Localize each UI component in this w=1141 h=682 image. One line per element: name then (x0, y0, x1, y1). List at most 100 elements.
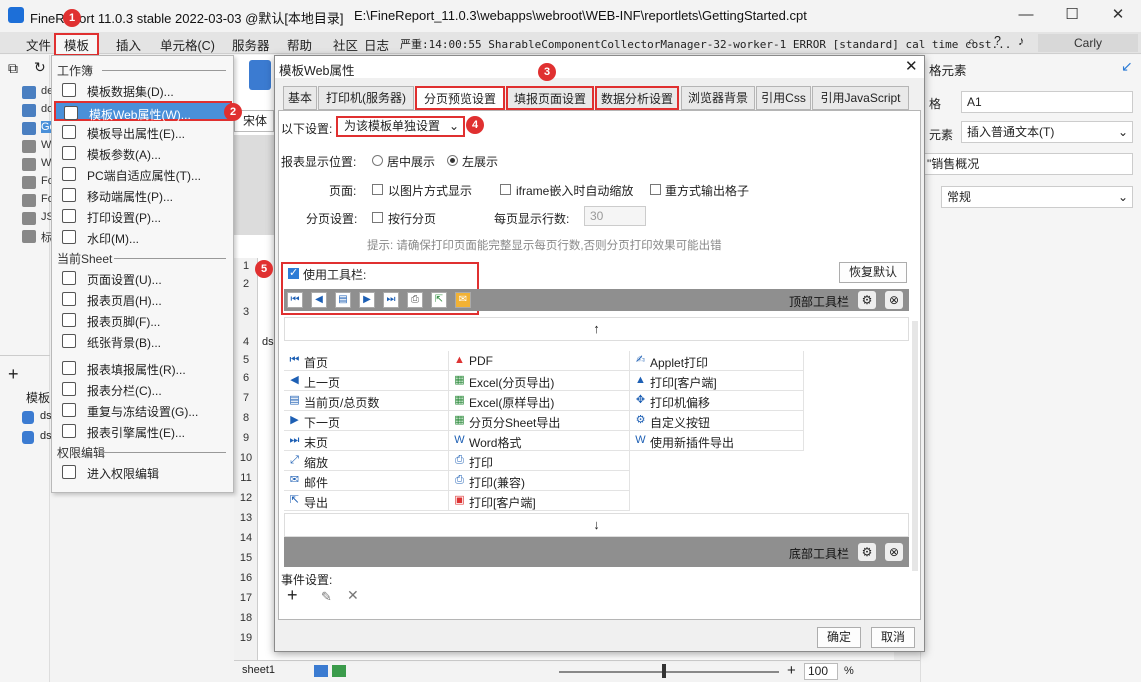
menu-item[interactable]: 报表引擎属性(E)... (54, 421, 232, 441)
style-select[interactable]: 常规 ⌄ (941, 186, 1133, 208)
mail-icon[interactable]: ✉ (455, 292, 471, 308)
menu-item[interactable]: 重复与冻结设置(G)... (54, 400, 232, 420)
element-select[interactable]: 插入普通文本(T) ⌄ (961, 121, 1133, 143)
toolbar-button-option[interactable]: ▲ 打印[客户端] (630, 371, 804, 391)
save-icon[interactable] (249, 60, 271, 90)
toolbar-button-option[interactable]: ⇱ 导出 (284, 491, 449, 511)
toolbar-button-option[interactable]: W Word格式 (449, 431, 630, 451)
menu-item[interactable]: 报表页眉(H)... (54, 289, 232, 309)
toolbar-button-option[interactable]: ⏭ 末页 (284, 431, 449, 451)
toolbar-button-option[interactable]: ▦ Excel(原样导出) (449, 391, 630, 411)
toolbar-button-option[interactable]: ⏮ 首页 (284, 351, 449, 371)
prev-page-icon[interactable]: ◀ (311, 292, 327, 308)
sheet-tab[interactable]: sheet1 (242, 664, 275, 676)
menu-item[interactable]: 移动端属性(P)... (54, 185, 232, 205)
gear-icon[interactable]: ⚙ (858, 543, 876, 561)
tab-5[interactable]: 浏览器背景 (681, 86, 755, 110)
toolbar-button-option[interactable]: W 使用新插件导出 (630, 431, 804, 451)
menu-item[interactable]: 模板Web属性(W)... (54, 101, 232, 122)
cell-input[interactable]: A1 (961, 91, 1133, 113)
close-button[interactable]: ✕ (1095, 0, 1141, 32)
scrollbar[interactable] (912, 321, 918, 571)
repeat-output-checkbox[interactable] (650, 184, 661, 195)
toolbar-button-option[interactable]: ▶ 下一页 (284, 411, 449, 431)
menu-item[interactable]: 纸张背景(B)... (54, 331, 232, 351)
next-page-icon[interactable]: ▶ (359, 292, 375, 308)
gear-icon[interactable]: ⚙ (858, 291, 876, 309)
menu-item[interactable]: 进入权限编辑 (54, 462, 232, 482)
menu-server[interactable]: 服务器 (232, 35, 270, 54)
settings-select[interactable]: 为该模板单独设置 ⌄ (336, 116, 465, 137)
add-sheet-icon[interactable] (332, 665, 346, 677)
menu-template[interactable]: 模板 (54, 33, 100, 56)
zoom-slider-handle[interactable] (662, 664, 666, 678)
minimize-button[interactable]: — (1003, 0, 1049, 32)
tab-6[interactable]: 引用Css (756, 86, 811, 110)
bell-icon[interactable]: ♪ (1018, 34, 1024, 48)
first-page-icon[interactable]: ⏮ (287, 292, 303, 308)
radio-center[interactable] (372, 155, 383, 166)
toolbar-button-option[interactable]: ✉ 邮件 (284, 471, 449, 491)
tab-7[interactable]: 引用JavaScript (812, 86, 909, 110)
rows-per-page-input[interactable]: 30 (584, 206, 646, 226)
toolbar-button-option[interactable]: ▤ 当前页/总页数 (284, 391, 449, 411)
toolbar-button-option[interactable]: ✥ 打印机偏移 (630, 391, 804, 411)
add-event-icon[interactable]: + (287, 585, 298, 606)
menu-help[interactable]: 帮助 (287, 35, 312, 54)
menu-item[interactable]: PC端自适应属性(T)... (54, 164, 232, 184)
dialog-close-icon[interactable]: ✕ (905, 57, 918, 75)
tab-3[interactable]: 填报页面设置 (506, 86, 594, 110)
menu-item[interactable]: 页面设置(U)... (54, 268, 232, 288)
page-count-icon[interactable]: ▤ (335, 292, 351, 308)
tab-4[interactable]: 数据分析设置 (595, 86, 679, 110)
use-toolbar-checkbox[interactable] (288, 266, 299, 279)
zoom-in-icon[interactable]: + (787, 662, 796, 679)
toolbar-button-option[interactable]: ⚙ 自定义按钮 (630, 411, 804, 431)
content-input[interactable]: "销售概况 (921, 153, 1133, 175)
help-icon[interactable]: ? (994, 34, 1001, 48)
zoom-input[interactable]: 100 (804, 663, 838, 680)
tab-0[interactable]: 基本 (283, 86, 317, 110)
toolbar-button-option[interactable]: ▣ 打印[客户端] (449, 491, 630, 511)
last-page-icon[interactable]: ⏭ (383, 292, 399, 308)
menu-item[interactable]: 报表分栏(C)... (54, 379, 232, 399)
menu-item[interactable]: 模板数据集(D)... (54, 80, 232, 100)
print-icon[interactable]: ⎙ (407, 292, 423, 308)
toolbar-button-option[interactable]: ⤢ 缩放 (284, 451, 449, 471)
toolbar-button-option[interactable]: ✍ Applet打印 (630, 351, 804, 371)
menu-community[interactable]: 社区 (333, 35, 358, 54)
edit-icon[interactable]: ✎ (321, 589, 332, 605)
menu-item[interactable]: 报表填报属性(R)... (54, 358, 232, 378)
row-paging-checkbox[interactable] (372, 212, 383, 223)
remove-icon[interactable]: ⊗ (885, 543, 903, 561)
dataset-item[interactable]: ds (40, 410, 52, 422)
menu-item[interactable]: 模板导出属性(E)... (54, 122, 232, 142)
delete-icon[interactable]: ✕ (347, 587, 359, 604)
tab-1[interactable]: 打印机(服务器) (318, 86, 414, 110)
toolbar-button-option[interactable]: ▲ PDF (449, 351, 630, 371)
remove-icon[interactable]: ⊗ (885, 291, 903, 309)
search-icon[interactable]: ⌕ (968, 34, 975, 49)
menu-item[interactable]: 水印(M)... (54, 227, 232, 247)
export-icon[interactable]: ⇱ (431, 292, 447, 308)
move-up-button[interactable]: ↑ (284, 317, 909, 341)
maximize-button[interactable]: ☐ (1049, 0, 1095, 32)
menu-item[interactable]: 打印设置(P)... (54, 206, 232, 226)
menu-item[interactable]: 模板参数(A)... (54, 143, 232, 163)
cancel-button[interactable]: 取消 (871, 627, 915, 648)
restore-default-button[interactable]: 恢复默认 (839, 262, 907, 283)
toolbar-button-option[interactable]: ⎙ 打印(兼容) (449, 471, 630, 491)
toolbar-button-option[interactable]: ▦ Excel(分页导出) (449, 371, 630, 391)
new-folder-icon[interactable]: ⧉ (8, 60, 18, 77)
toolbar-button-option[interactable]: ▦ 分页分Sheet导出 (449, 411, 630, 431)
iframe-scale-checkbox[interactable] (500, 184, 511, 195)
menu-file[interactable]: 文件 (26, 35, 51, 54)
toolbar-button-option[interactable]: ◀ 上一页 (284, 371, 449, 391)
refresh-icon[interactable]: ↻ (34, 59, 46, 76)
image-mode-checkbox[interactable] (372, 184, 383, 195)
ok-button[interactable]: 确定 (817, 627, 861, 648)
zoom-slider[interactable] (559, 671, 779, 673)
menu-item[interactable]: 报表页脚(F)... (54, 310, 232, 330)
menu-log[interactable]: 日志 (364, 35, 389, 54)
pin-icon[interactable]: ↙ (1121, 58, 1133, 75)
